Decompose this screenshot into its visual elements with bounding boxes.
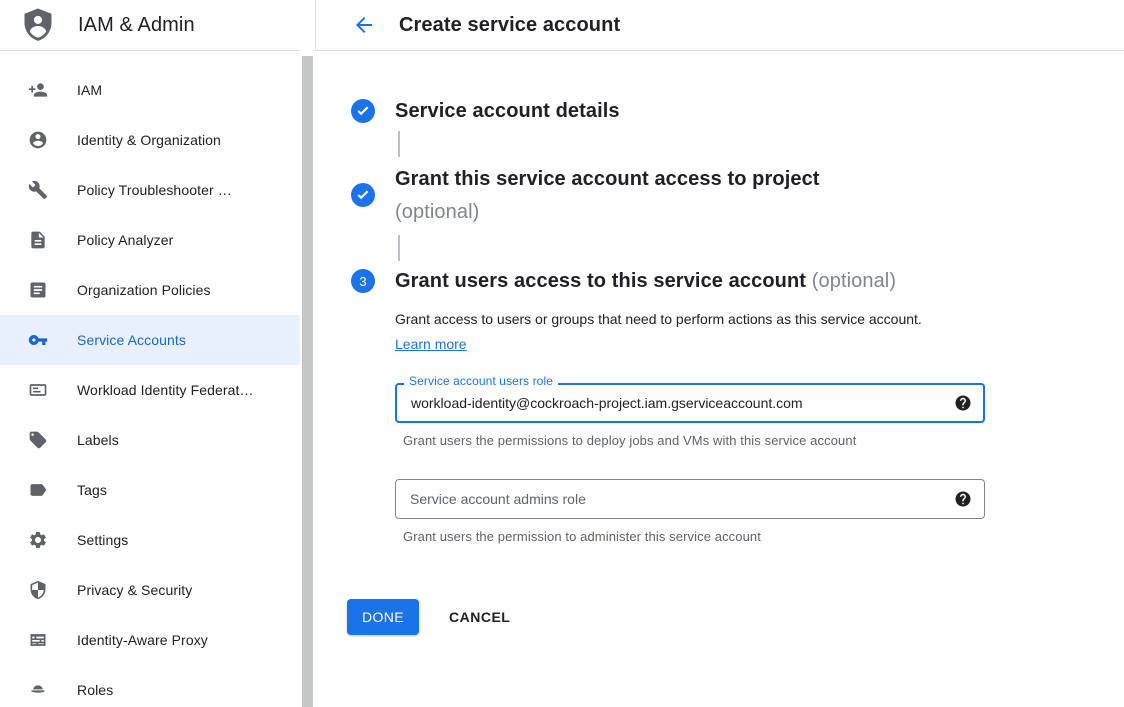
admins-role-helper-text: Grant users the permission to administer… xyxy=(403,529,985,544)
step-1-row: Service account details xyxy=(351,97,1124,125)
sidebar-nav: IAM Identity & Organization Policy Troub… xyxy=(0,51,300,707)
id-card-icon xyxy=(28,380,48,400)
step-3-optional-label: (optional) xyxy=(812,270,896,292)
sidebar-item-privacy-security[interactable]: Privacy & Security xyxy=(0,565,300,615)
step-connector xyxy=(398,131,400,157)
users-role-field-container: Service account users role xyxy=(395,383,985,423)
shield-half-icon xyxy=(28,580,48,600)
hat-icon xyxy=(28,680,48,700)
step-complete-check-icon xyxy=(351,183,375,207)
sidebar-item-label: Settings xyxy=(77,532,128,548)
step-number: 3 xyxy=(351,269,375,293)
shield-person-icon xyxy=(20,7,56,43)
step-2-title-text: Grant this service account access to pro… xyxy=(395,168,820,190)
step-3-title-text: Grant users access to this service accou… xyxy=(395,270,806,292)
service-account-key-icon xyxy=(28,330,48,350)
step-3-title: Grant users access to this service accou… xyxy=(395,267,985,295)
price-tag-icon xyxy=(28,430,48,450)
step-3-body: Grant users access to this service accou… xyxy=(395,267,985,544)
step-complete-check-icon xyxy=(351,99,375,123)
article-icon xyxy=(28,280,48,300)
step-3-row: 3 Grant users access to this service acc… xyxy=(351,267,1124,544)
sidebar-item-label: Labels xyxy=(77,432,119,448)
users-role-helper-text: Grant users the permissions to deploy jo… xyxy=(403,433,985,448)
iam-admin-sidebar: IAM & Admin IAM Identity & Organization … xyxy=(0,0,300,707)
wizard-content: Service account details Grant this servi… xyxy=(315,97,1124,635)
page-title: Create service account xyxy=(399,14,620,37)
help-icon[interactable] xyxy=(954,490,972,508)
document-gear-icon xyxy=(28,230,48,250)
sidebar-item-label: Policy Analyzer xyxy=(77,232,173,248)
step-connector xyxy=(398,235,400,261)
admins-role-field-container xyxy=(395,479,985,519)
sidebar-item-label: Organization Policies xyxy=(77,282,211,298)
account-circle-icon xyxy=(28,130,48,150)
cancel-button[interactable]: CANCEL xyxy=(449,609,510,625)
proxy-grid-icon xyxy=(28,630,48,650)
sidebar-item-label: Policy Troubleshooter … xyxy=(77,182,232,198)
sidebar-header: IAM & Admin xyxy=(0,0,300,51)
learn-more-link[interactable]: Learn more xyxy=(395,336,467,352)
sidebar-item-label: Tags xyxy=(77,482,107,498)
sidebar-scrollbar-thumb[interactable] xyxy=(302,56,313,707)
sidebar-item-label: Service Accounts xyxy=(77,332,186,348)
main-panel: Create service account Service account d… xyxy=(315,0,1124,707)
sidebar-item-organization-policies[interactable]: Organization Policies xyxy=(0,265,300,315)
wizard-actions: DONE CANCEL xyxy=(347,599,1124,635)
wrench-icon xyxy=(28,180,48,200)
help-icon[interactable] xyxy=(954,394,972,412)
sidebar-item-workload-identity-federation[interactable]: Workload Identity Federat… xyxy=(0,365,300,415)
page-header: Create service account xyxy=(315,0,1124,51)
sidebar-item-label: IAM xyxy=(77,82,102,98)
sidebar-item-policy-analyzer[interactable]: Policy Analyzer xyxy=(0,215,300,265)
back-arrow-icon[interactable] xyxy=(352,13,376,37)
sidebar-item-identity-organization[interactable]: Identity & Organization xyxy=(0,115,300,165)
sidebar-item-identity-aware-proxy[interactable]: Identity-Aware Proxy xyxy=(0,615,300,665)
step-2-optional-label: (optional) xyxy=(395,196,820,229)
sidebar-item-tags[interactable]: Tags xyxy=(0,465,300,515)
tag-arrow-icon xyxy=(28,480,48,500)
sidebar-item-settings[interactable]: Settings xyxy=(0,515,300,565)
sidebar-item-labels[interactable]: Labels xyxy=(0,415,300,465)
sidebar-item-label: Workload Identity Federat… xyxy=(77,382,254,398)
gear-icon xyxy=(28,530,48,550)
users-role-input[interactable] xyxy=(395,383,985,423)
sidebar-item-label: Identity-Aware Proxy xyxy=(77,632,208,648)
step-3-description: Grant access to users or groups that nee… xyxy=(395,307,940,357)
step-1-title: Service account details xyxy=(395,97,620,125)
person-add-icon xyxy=(28,80,48,100)
step-3-number-badge: 3 xyxy=(351,269,375,293)
product-title: IAM & Admin xyxy=(78,14,195,37)
sidebar-item-iam[interactable]: IAM xyxy=(0,65,300,115)
sidebar-item-label: Identity & Organization xyxy=(77,132,221,148)
admins-role-input[interactable] xyxy=(395,479,985,519)
sidebar-item-policy-troubleshooter[interactable]: Policy Troubleshooter … xyxy=(0,165,300,215)
create-service-account-page: IAM & Admin IAM Identity & Organization … xyxy=(0,0,1124,707)
sidebar-scrollbar xyxy=(300,0,315,707)
done-button[interactable]: DONE xyxy=(347,599,419,635)
step-2-row: Grant this service account access to pro… xyxy=(351,163,1124,229)
step-2-title: Grant this service account access to pro… xyxy=(395,163,820,229)
sidebar-item-roles[interactable]: Roles xyxy=(0,665,300,707)
users-role-field-label: Service account users role xyxy=(404,374,558,388)
sidebar-item-label: Privacy & Security xyxy=(77,582,192,598)
sidebar-item-label: Roles xyxy=(77,682,113,698)
sidebar-item-service-accounts[interactable]: Service Accounts xyxy=(0,315,300,365)
